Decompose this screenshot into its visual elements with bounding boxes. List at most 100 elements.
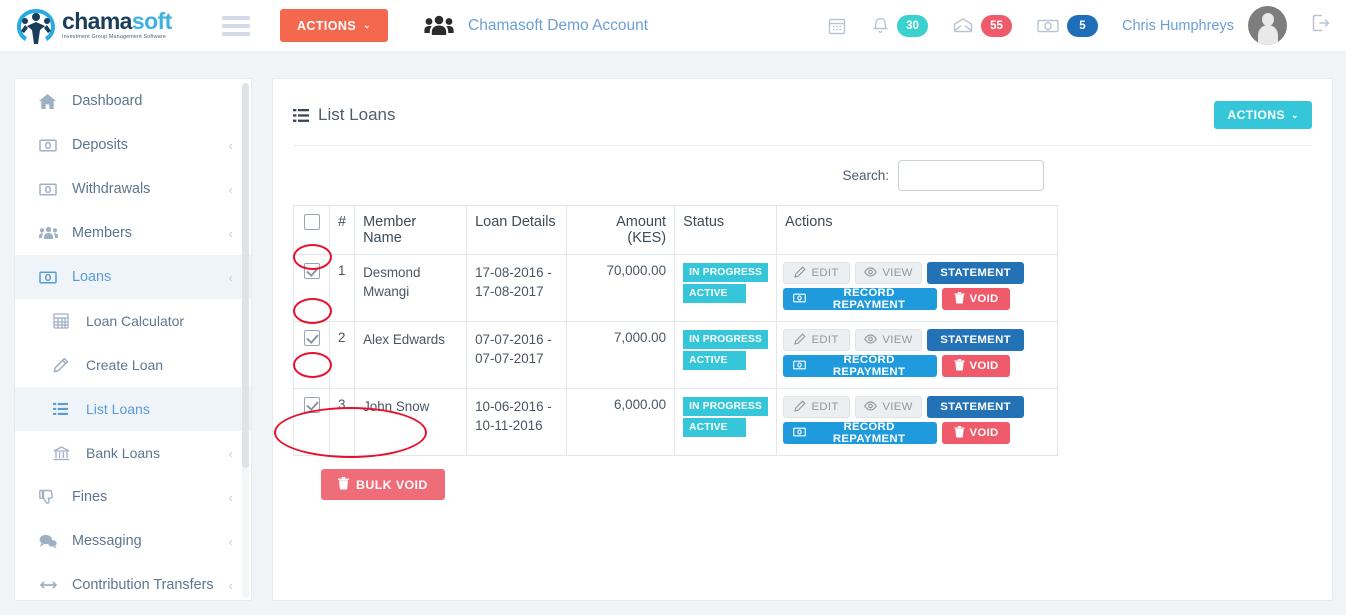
status-badge: IN PROGRESS (683, 263, 769, 282)
action-row-top: EDIT VIEW STATEMENT (783, 262, 1051, 284)
action-record-repayment-button[interactable]: RECORD REPAYMENT (783, 421, 938, 445)
chevron-left-icon: ‹ (228, 269, 233, 285)
row-amount: 7,000.00 (566, 321, 676, 389)
status-badge: IN PROGRESS (683, 330, 769, 349)
arrows-left-right-icon (39, 579, 61, 591)
sidebar-item-list-loans[interactable]: List Loans (15, 387, 251, 431)
row-checkbox[interactable] (303, 397, 320, 414)
thumbs-down-icon (39, 489, 61, 505)
calendar-indicator[interactable] (827, 16, 847, 36)
row-status: IN PROGRESS ACTIVE (674, 388, 778, 456)
action-void-button[interactable]: VOID (942, 422, 1011, 444)
action-label: RECORD REPAYMENT (832, 287, 906, 311)
eye-icon (864, 266, 878, 280)
status-badge: ACTIVE (683, 351, 746, 370)
bulk-void-label: BULK VOID (356, 477, 428, 492)
sidebar-item-create-loan[interactable]: Create Loan (15, 343, 251, 387)
card-actions-button[interactable]: ACTIONS ⌄ (1214, 101, 1312, 129)
sidebar-scroll-area: Dashboard Deposits ‹ Withdrawals ‹ Members ‹ Lo… (15, 79, 251, 600)
home-icon (39, 93, 61, 109)
action-view-button[interactable]: VIEW (855, 396, 923, 418)
action-view-button[interactable]: VIEW (855, 262, 923, 284)
avatar[interactable] (1248, 6, 1287, 45)
sidebar-item-withdrawals[interactable]: Withdrawals ‹ (15, 167, 251, 211)
action-label: RECORD REPAYMENT (832, 421, 906, 445)
action-statement-button[interactable]: STATEMENT (927, 262, 1025, 284)
row-actions: EDIT VIEW STATEMENT RECORD REPAYMENT VOID (776, 321, 1058, 389)
sidebar-item-label: Loans (72, 269, 112, 285)
sidebar-item-contribution-transfers[interactable]: Contribution Transfers ‹ (15, 563, 251, 600)
action-record-repayment-button[interactable]: RECORD REPAYMENT (783, 287, 938, 311)
action-edit-button[interactable]: EDIT (783, 262, 851, 284)
row-loan-details: 07-07-2016 - 07-07-2017 (466, 321, 568, 389)
chamasoft-logo-icon (17, 8, 55, 44)
sidebar-item-deposits[interactable]: Deposits ‹ (15, 123, 251, 167)
action-void-button[interactable]: VOID (942, 355, 1011, 377)
sidebar-item-bank-loans[interactable]: Bank Loans ‹ (15, 431, 251, 475)
action-void-button[interactable]: VOID (942, 288, 1011, 310)
sidebar-item-fines[interactable]: Fines ‹ (15, 475, 251, 519)
action-label: EDIT (811, 401, 839, 413)
bulk-void-button[interactable]: BULK VOID (321, 469, 445, 500)
row-amount: 70,000.00 (566, 254, 676, 322)
header-actions-button[interactable]: ACTIONS ⌄ (280, 9, 389, 42)
row-select-cell (293, 321, 330, 389)
list-loans-card: List Loans ACTIONS ⌄ Search: # Member Na… (272, 78, 1333, 601)
sidebar-item-label: Messaging (72, 533, 142, 549)
bulk-actions-row: BULK VOID (321, 469, 1058, 500)
sidebar-item-loans[interactable]: Loans ‹ (15, 255, 251, 299)
sidebar-scrollbar-thumb[interactable] (242, 83, 249, 468)
users-group-icon (39, 226, 61, 240)
chevron-left-icon: ‹ (228, 137, 233, 153)
search-label: Search: (842, 168, 889, 183)
action-label: EDIT (811, 267, 839, 279)
action-statement-button[interactable]: STATEMENT (927, 329, 1025, 351)
sidebar-item-label: Dashboard (72, 93, 143, 109)
th-status: Status (674, 205, 778, 255)
pencil-icon (794, 265, 807, 281)
users-group-icon (424, 15, 454, 35)
row-select-cell (293, 388, 330, 456)
action-statement-button[interactable]: STATEMENT (927, 396, 1025, 418)
row-checkbox[interactable] (303, 330, 320, 347)
row-checkbox[interactable] (303, 263, 320, 280)
pencil-icon (53, 357, 75, 373)
user-name[interactable]: Chris Humphreys (1122, 18, 1234, 34)
chevron-left-icon: ‹ (228, 577, 233, 593)
table-header-row: # Member Name Loan Details Amount (KES) … (293, 205, 1058, 255)
account-name[interactable]: Chamasoft Demo Account (468, 17, 648, 35)
notifications-indicator[interactable]: 30 (871, 14, 928, 37)
sidebar-item-label: Members (72, 225, 132, 241)
sidebar-item-members[interactable]: Members ‹ (15, 211, 251, 255)
brand-logo[interactable]: chamasoft Investment Group Management So… (14, 6, 192, 46)
top-header-bar: chamasoft Investment Group Management So… (0, 0, 1346, 52)
action-edit-button[interactable]: EDIT (783, 396, 851, 418)
messages-indicator[interactable]: 55 (952, 14, 1012, 37)
money-icon (1036, 17, 1060, 35)
action-label: VOID (969, 293, 999, 305)
th-member-name: Member Name (354, 205, 468, 255)
row-index: 1 (328, 254, 356, 322)
sidebar-item-loan-calculator[interactable]: Loan Calculator (15, 299, 251, 343)
action-edit-button[interactable]: EDIT (783, 329, 851, 351)
action-label: EDIT (811, 334, 839, 346)
logout-icon[interactable] (1309, 12, 1332, 39)
pencil-icon (794, 399, 807, 415)
action-record-repayment-button[interactable]: RECORD REPAYMENT (783, 354, 938, 378)
action-row-bottom: RECORD REPAYMENT VOID (783, 421, 1051, 445)
hamburger-icon[interactable] (222, 15, 250, 36)
action-label: STATEMENT (940, 334, 1011, 346)
money-icon (793, 293, 806, 306)
pencil-icon (794, 332, 807, 348)
search-input[interactable] (898, 160, 1044, 191)
money-badge: 5 (1067, 14, 1098, 37)
loans-table-head: # Member Name Loan Details Amount (KES) … (293, 205, 1058, 255)
select-all-checkbox[interactable] (303, 214, 320, 231)
sidebar-item-messaging[interactable]: Messaging ‹ (15, 519, 251, 563)
chevron-down-icon: ⌄ (363, 20, 372, 30)
action-view-button[interactable]: VIEW (855, 329, 923, 351)
list-icon (53, 402, 75, 416)
sidebar-item-dashboard[interactable]: Dashboard (15, 79, 251, 123)
list-icon (293, 108, 309, 123)
money-indicator[interactable]: 5 (1036, 14, 1098, 37)
